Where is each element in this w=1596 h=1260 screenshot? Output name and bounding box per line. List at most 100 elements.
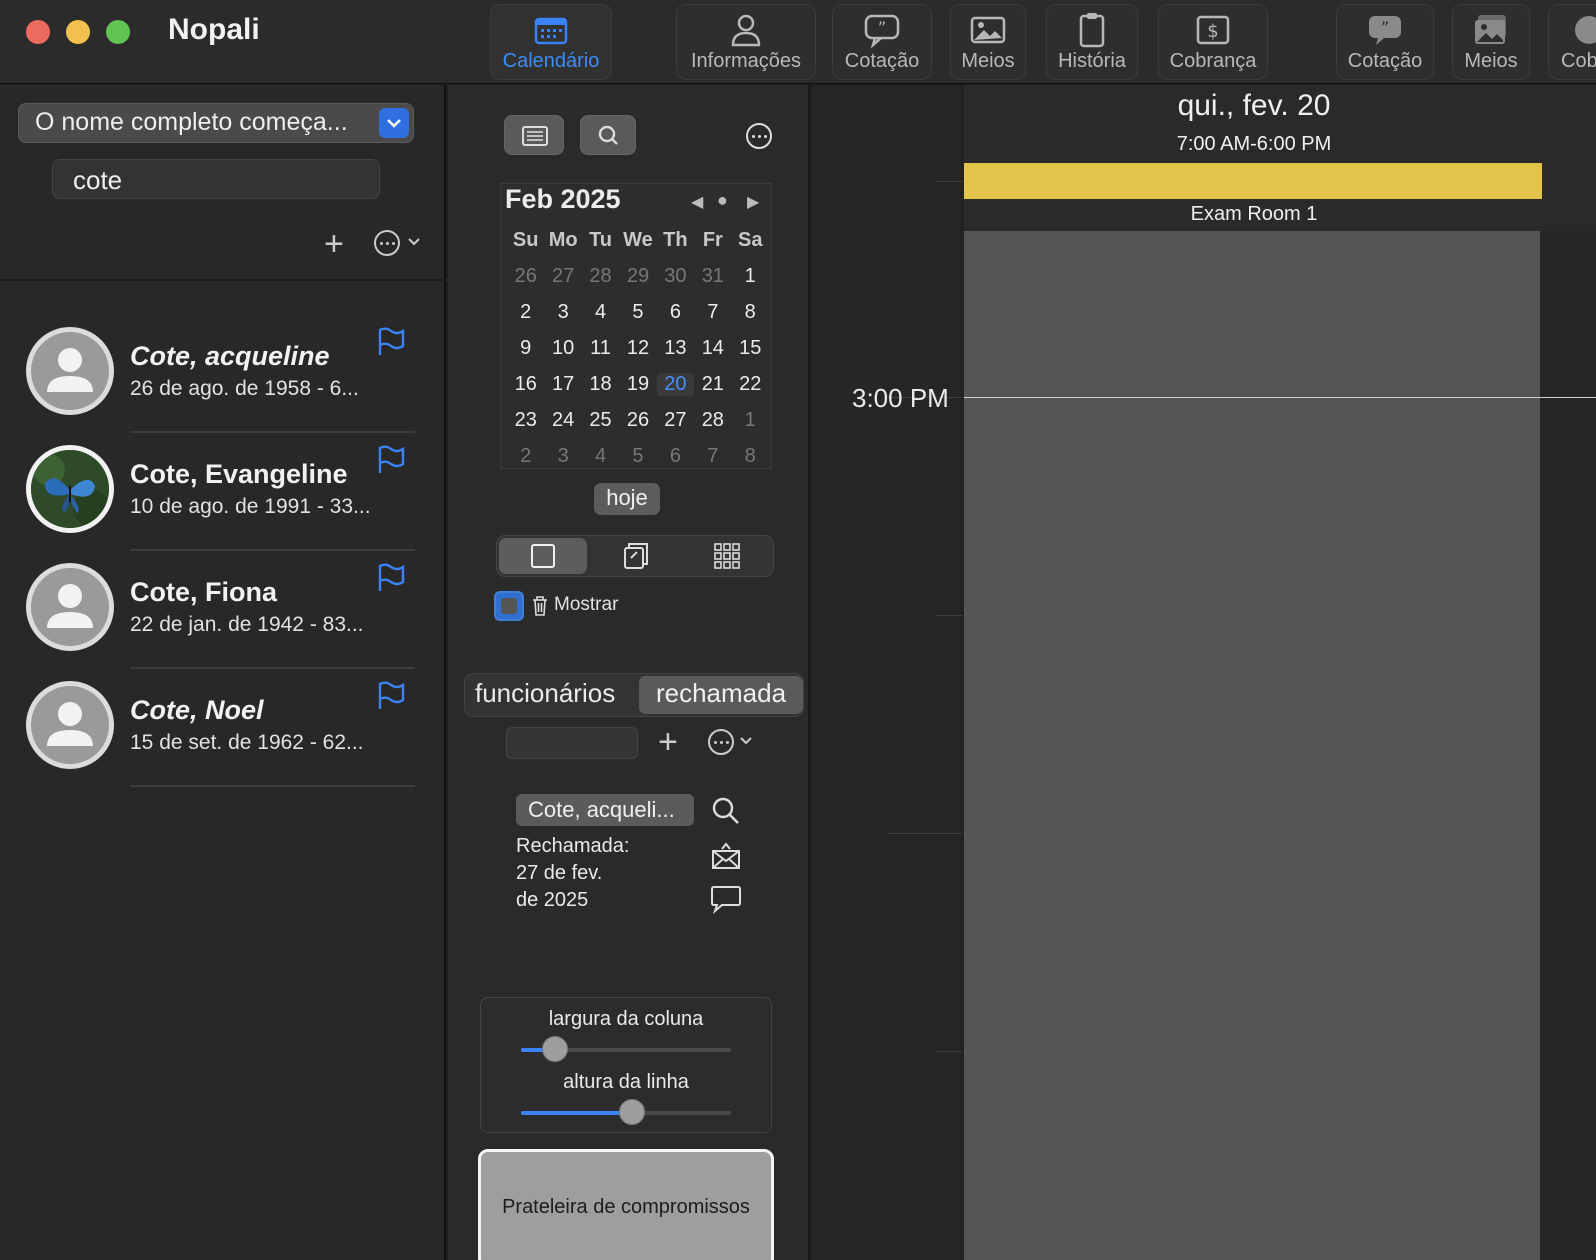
toolbar-quote-button-2[interactable]: ” Cotação bbox=[1336, 4, 1434, 80]
toolbar-history-button[interactable]: História bbox=[1046, 4, 1138, 80]
toolbar-quote-button[interactable]: ” Cotação bbox=[832, 4, 932, 80]
calendar-day[interactable]: 29 bbox=[619, 265, 656, 288]
toolbar-calendar-button[interactable]: Calendário bbox=[490, 4, 612, 80]
weekday-header: Su Mo Tu We Th Fr Sa bbox=[507, 222, 769, 258]
calendar-day[interactable]: 31 bbox=[694, 265, 731, 288]
calendar-day[interactable]: 21 bbox=[694, 373, 731, 396]
toolbar-billing-button-2[interactable]: Cob bbox=[1548, 4, 1596, 80]
calendar-day[interactable]: 8 bbox=[732, 445, 769, 468]
calendar-day[interactable]: 7 bbox=[694, 445, 731, 468]
time-tick bbox=[936, 1051, 962, 1052]
row-separator bbox=[130, 785, 415, 787]
toolbar-media-button-2[interactable]: Meios bbox=[1452, 4, 1530, 80]
list-view-button[interactable] bbox=[504, 115, 564, 155]
calendar-day[interactable]: 4 bbox=[582, 301, 619, 324]
flag-icon[interactable] bbox=[376, 681, 406, 711]
calendar-day[interactable]: 3 bbox=[544, 445, 581, 468]
flag-icon[interactable] bbox=[376, 563, 406, 593]
message-icon[interactable] bbox=[710, 883, 742, 915]
calendar-day[interactable]: 3 bbox=[544, 301, 581, 324]
single-day-view-button[interactable] bbox=[499, 538, 587, 574]
calendar-day[interactable]: 7 bbox=[694, 301, 731, 324]
patient-list-item[interactable]: Cote, Fiona 22 de jan. de 1942 - 83... bbox=[0, 563, 446, 681]
search-button[interactable] bbox=[580, 115, 636, 155]
calendar-day[interactable]: 10 bbox=[544, 337, 581, 360]
appointment-shelf[interactable]: Prateleira de compromissos bbox=[478, 1149, 774, 1260]
more-options-icon[interactable] bbox=[746, 123, 772, 149]
multi-room-view-button[interactable] bbox=[591, 538, 679, 574]
calendar-day[interactable]: 23 bbox=[507, 409, 544, 432]
calendar-day[interactable]: 9 bbox=[507, 337, 544, 360]
calendar-day[interactable]: 6 bbox=[657, 445, 694, 468]
calendar-day[interactable]: 19 bbox=[619, 373, 656, 396]
calendar-day[interactable]: 18 bbox=[582, 373, 619, 396]
calendar-day[interactable]: 27 bbox=[657, 409, 694, 432]
patient-list-item[interactable]: Cote, acqueline 26 de ago. de 1958 - 6..… bbox=[0, 327, 446, 445]
toolbar-media-button[interactable]: Meios bbox=[950, 4, 1026, 80]
room-column[interactable] bbox=[964, 231, 1540, 1260]
flag-icon[interactable] bbox=[376, 327, 406, 357]
show-deleted-checkbox[interactable] bbox=[494, 591, 524, 621]
search-icon[interactable] bbox=[710, 795, 742, 827]
calendar-day[interactable]: 14 bbox=[694, 337, 731, 360]
current-month-dot-icon[interactable]: ● bbox=[717, 190, 728, 211]
weekday-label: Su bbox=[512, 228, 539, 251]
toolbar-billing-button[interactable]: $ Cobrança bbox=[1158, 4, 1268, 80]
calendar-day[interactable]: 15 bbox=[732, 337, 769, 360]
calendar-week: 23 24 25 26 27 28 1 bbox=[507, 402, 769, 438]
calendar-day[interactable]: 11 bbox=[582, 337, 619, 360]
close-window-button[interactable] bbox=[26, 20, 50, 44]
add-patient-button[interactable]: + bbox=[324, 227, 344, 261]
calendar-day[interactable]: 30 bbox=[657, 265, 694, 288]
patient-search-input[interactable]: cote bbox=[52, 159, 380, 199]
calendar-day[interactable]: 22 bbox=[732, 373, 769, 396]
calendar-day[interactable]: 26 bbox=[507, 265, 544, 288]
calendar-day[interactable]: 1 bbox=[732, 409, 769, 432]
weekday-label: Fr bbox=[702, 228, 723, 251]
calendar-day[interactable]: 4 bbox=[582, 445, 619, 468]
patient-list-item[interactable]: Cote, Noel 15 de set. de 1962 - 62... bbox=[0, 681, 446, 799]
calendar-day[interactable]: 17 bbox=[544, 373, 581, 396]
next-month-icon[interactable]: ▶ bbox=[747, 192, 759, 212]
calendar-day[interactable]: 6 bbox=[657, 301, 694, 324]
name-filter-select[interactable]: O nome completo começa... bbox=[18, 103, 414, 143]
toolbar-info-button[interactable]: Informações bbox=[676, 4, 816, 80]
recall-search-input[interactable] bbox=[506, 727, 638, 759]
previous-month-icon[interactable]: ◀ bbox=[691, 192, 703, 212]
tab-recall[interactable]: rechamada bbox=[639, 676, 803, 714]
hour-line bbox=[964, 397, 1596, 398]
flag-icon[interactable] bbox=[376, 445, 406, 475]
more-options-icon[interactable] bbox=[374, 230, 400, 256]
column-width-slider[interactable] bbox=[521, 1036, 731, 1062]
calendar-day[interactable]: 16 bbox=[507, 373, 544, 396]
calendar-day[interactable]: 2 bbox=[507, 445, 544, 468]
row-height-knob[interactable] bbox=[619, 1099, 646, 1125]
calendar-day[interactable]: 12 bbox=[619, 337, 656, 360]
row-height-slider[interactable] bbox=[521, 1099, 731, 1125]
calendar-day[interactable]: 8 bbox=[732, 301, 769, 324]
calendar-day[interactable]: 24 bbox=[544, 409, 581, 432]
calendar-day[interactable]: 5 bbox=[619, 445, 656, 468]
row-height-fill bbox=[521, 1111, 633, 1115]
more-options-icon[interactable] bbox=[708, 729, 734, 755]
tab-staff[interactable]: funcionários bbox=[475, 678, 615, 709]
today-button[interactable]: hoje bbox=[594, 483, 660, 515]
minimize-window-button[interactable] bbox=[66, 20, 90, 44]
recall-patient-chip[interactable]: Cote, acqueli... bbox=[516, 794, 694, 826]
calendar-day[interactable]: 25 bbox=[582, 409, 619, 432]
calendar-day[interactable]: 1 bbox=[732, 265, 769, 288]
zoom-window-button[interactable] bbox=[106, 20, 130, 44]
calendar-day[interactable]: 27 bbox=[544, 265, 581, 288]
calendar-day[interactable]: 28 bbox=[582, 265, 619, 288]
calendar-day[interactable]: 26 bbox=[619, 409, 656, 432]
calendar-day[interactable]: 13 bbox=[657, 337, 694, 360]
calendar-day[interactable]: 2 bbox=[507, 301, 544, 324]
calendar-day[interactable]: 5 bbox=[619, 301, 656, 324]
calendar-day[interactable]: 28 bbox=[694, 409, 731, 432]
grid-view-button[interactable] bbox=[683, 538, 771, 574]
patient-list-item[interactable]: Cote, Evangeline 10 de ago. de 1991 - 33… bbox=[0, 445, 446, 563]
add-recall-button[interactable]: + bbox=[658, 725, 678, 759]
calendar-day-selected[interactable]: 20 bbox=[656, 372, 695, 396]
envelope-icon[interactable] bbox=[710, 841, 742, 871]
column-width-knob[interactable] bbox=[541, 1036, 568, 1062]
